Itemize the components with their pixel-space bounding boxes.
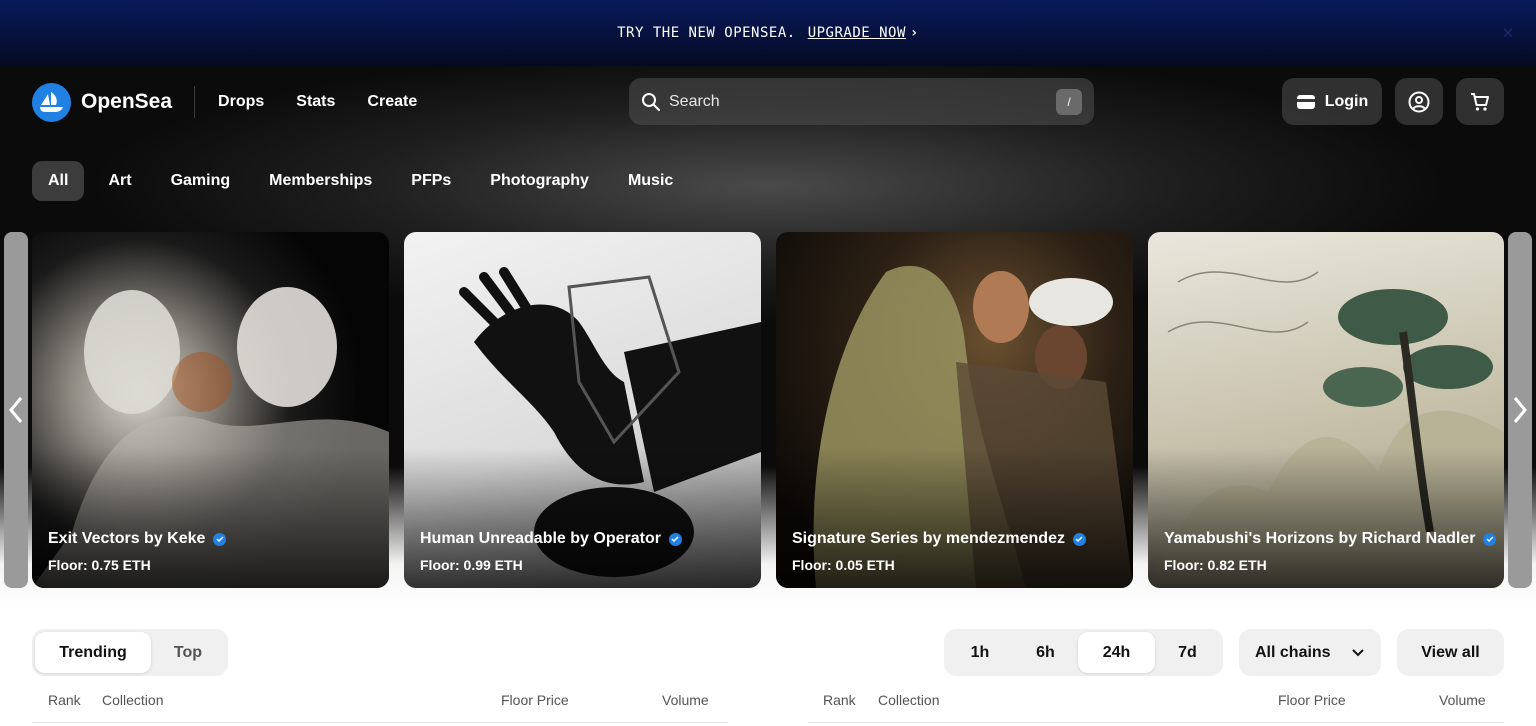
tab-photography[interactable]: Photography — [490, 161, 589, 201]
floor-price: Floor: 0.75 ETH — [48, 557, 151, 573]
search-bar[interactable]: / — [629, 78, 1094, 125]
verified-icon — [1483, 532, 1497, 546]
login-label: Login — [1324, 92, 1369, 110]
chain-select-value: All chains — [1255, 643, 1331, 661]
column-volume: Volume — [662, 692, 709, 708]
card-title: Signature Series by mendezmendez — [792, 530, 1086, 548]
cart-button[interactable] — [1456, 78, 1504, 125]
period-6h[interactable]: 6h — [1013, 632, 1078, 673]
chevron-down-icon — [1352, 648, 1364, 656]
tab-trending[interactable]: Trending — [35, 632, 151, 673]
chevron-right-icon: › — [909, 25, 919, 41]
chain-select[interactable]: All chains — [1239, 629, 1381, 676]
wallet-icon — [1296, 94, 1315, 109]
column-volume: Volume — [1439, 692, 1486, 708]
category-tabs: All Art Gaming Memberships PFPs Photogra… — [32, 161, 712, 201]
tab-all[interactable]: All — [32, 161, 85, 201]
nav-create[interactable]: Create — [367, 93, 417, 111]
verified-icon — [213, 532, 227, 546]
chevron-right-icon — [1513, 397, 1527, 423]
collection-name: Exit Vectors by Keke — [48, 530, 206, 547]
search-input[interactable] — [669, 92, 1056, 111]
tab-music[interactable]: Music — [628, 161, 673, 201]
period-1h[interactable]: 1h — [947, 632, 1013, 673]
period-7d[interactable]: 7d — [1155, 632, 1220, 673]
promo-banner: TRY THE NEW OPENSEA. UPGRADE NOW › ✕ — [0, 0, 1536, 66]
card-title: Exit Vectors by Keke — [48, 530, 227, 548]
tab-pfps[interactable]: PFPs — [411, 161, 451, 201]
card-title: Yamabushi's Horizons by Richard Nadler — [1164, 530, 1497, 548]
upgrade-link[interactable]: UPGRADE NOW — [808, 25, 906, 41]
column-rank: Rank — [48, 692, 81, 708]
logo[interactable]: OpenSea — [32, 82, 173, 122]
account-icon — [1408, 91, 1430, 112]
ranking-tabs: Trending Top — [32, 629, 228, 676]
collection-name: Signature Series by mendezmendez — [792, 530, 1065, 547]
column-collection: Collection — [102, 692, 164, 708]
floor-price: Floor: 0.05 ETH — [792, 557, 895, 573]
table-header-right: Rank Collection Floor Price Volume — [808, 692, 1504, 712]
profile-button[interactable] — [1395, 78, 1443, 125]
table-divider — [32, 722, 728, 723]
carousel-prev-button[interactable] — [2, 392, 30, 428]
opensea-logo-icon — [32, 82, 71, 122]
verified-icon — [668, 532, 682, 546]
brand-name: OpenSea — [81, 90, 173, 113]
carousel-next-button[interactable] — [1506, 392, 1534, 428]
promo-text: TRY THE NEW OPENSEA. — [617, 25, 796, 41]
view-all-button[interactable]: View all — [1397, 629, 1504, 676]
column-collection: Collection — [878, 692, 940, 708]
collection-name: Human Unreadable by Operator — [420, 530, 661, 547]
column-floor-price: Floor Price — [1278, 692, 1346, 708]
floor-price: Floor: 0.82 ETH — [1164, 557, 1267, 573]
nav-divider — [194, 86, 196, 118]
tab-art[interactable]: Art — [108, 161, 131, 201]
carousel-card-3[interactable]: Signature Series by mendezmendez Floor: … — [776, 232, 1133, 588]
login-button[interactable]: Login — [1282, 78, 1382, 125]
close-icon[interactable]: ✕ — [1503, 22, 1514, 43]
column-rank: Rank — [823, 692, 856, 708]
floor-price: Floor: 0.99 ETH — [420, 557, 523, 573]
chevron-left-icon — [9, 397, 23, 423]
collection-name: Yamabushi's Horizons by Richard Nadler — [1164, 530, 1476, 547]
tab-gaming[interactable]: Gaming — [171, 161, 231, 201]
time-period-tabs: 1h 6h 24h 7d — [944, 629, 1223, 676]
carousel-card-2[interactable]: Human Unreadable by Operator Floor: 0.99… — [404, 232, 761, 588]
card-title: Human Unreadable by Operator — [420, 530, 682, 548]
search-icon — [642, 92, 660, 111]
nav-drops[interactable]: Drops — [218, 93, 264, 111]
verified-icon — [1072, 532, 1086, 546]
search-shortcut-badge: / — [1056, 88, 1082, 115]
nav-stats[interactable]: Stats — [296, 93, 335, 111]
tab-top[interactable]: Top — [151, 632, 225, 673]
carousel-card-1[interactable]: Exit Vectors by Keke Floor: 0.75 ETH — [32, 232, 389, 588]
table-divider — [808, 722, 1504, 723]
period-24h[interactable]: 24h — [1078, 632, 1155, 673]
tab-memberships[interactable]: Memberships — [269, 161, 372, 201]
table-header-left: Rank Collection Floor Price Volume — [32, 692, 728, 712]
column-floor-price: Floor Price — [501, 692, 569, 708]
carousel-card-4[interactable]: Yamabushi's Horizons by Richard Nadler F… — [1148, 232, 1504, 588]
cart-icon — [1471, 92, 1489, 111]
